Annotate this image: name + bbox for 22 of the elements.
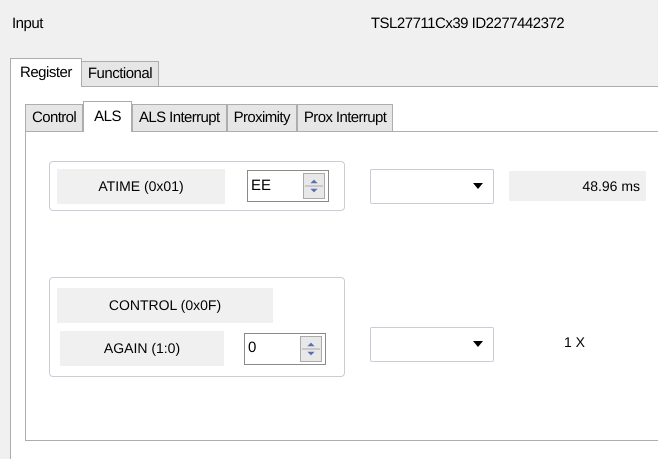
- spin-arrows-icon[interactable]: [303, 173, 325, 199]
- field-label: AGAIN (1:0): [60, 331, 224, 366]
- register-title: CONTROL (0x0F): [57, 288, 273, 323]
- tab[interactable]: Control: [25, 104, 84, 131]
- tab[interactable]: Proximity: [226, 104, 297, 131]
- field-label: ATIME (0x01): [57, 168, 225, 204]
- spin-arrows-icon[interactable]: [300, 336, 322, 362]
- caret-icon: [473, 183, 483, 189]
- gain-reading: 1 X: [564, 332, 586, 352]
- spin-field[interactable]: 0: [244, 332, 326, 364]
- panel-title: Input: [12, 14, 43, 34]
- caret-icon: [473, 341, 483, 347]
- tab[interactable]: Prox Interrupt: [296, 104, 394, 131]
- tab[interactable]: ALS Interrupt: [132, 104, 227, 131]
- spin-value[interactable]: EE: [251, 174, 303, 198]
- tab[interactable]: Functional: [82, 61, 160, 86]
- time-reading: 48.96 ms: [509, 171, 646, 201]
- spin-field[interactable]: EE: [247, 170, 329, 202]
- spin-value[interactable]: 0: [248, 337, 300, 360]
- device-id: TSL27711Cx39 ID2277442372: [370, 14, 564, 34]
- tab[interactable]: ALS: [83, 101, 132, 132]
- tab[interactable]: Register: [10, 58, 82, 87]
